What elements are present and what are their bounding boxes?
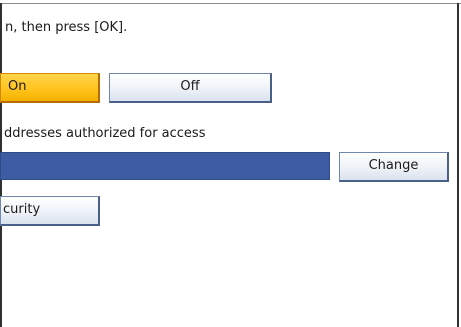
frame-right-border (457, 3, 459, 327)
security-button[interactable]: curity (0, 196, 100, 226)
frame-top-border (0, 3, 461, 4)
authorized-addresses-label: ddresses authorized for access (4, 126, 206, 141)
change-button[interactable]: Change (339, 152, 449, 182)
off-button[interactable]: Off (109, 73, 272, 103)
settings-screen: n, then press [OK]. On Off ddresses auth… (0, 0, 461, 327)
authorized-addresses-field[interactable] (0, 152, 330, 180)
instruction-text: n, then press [OK]. (5, 20, 128, 35)
on-button[interactable]: On (0, 73, 100, 103)
